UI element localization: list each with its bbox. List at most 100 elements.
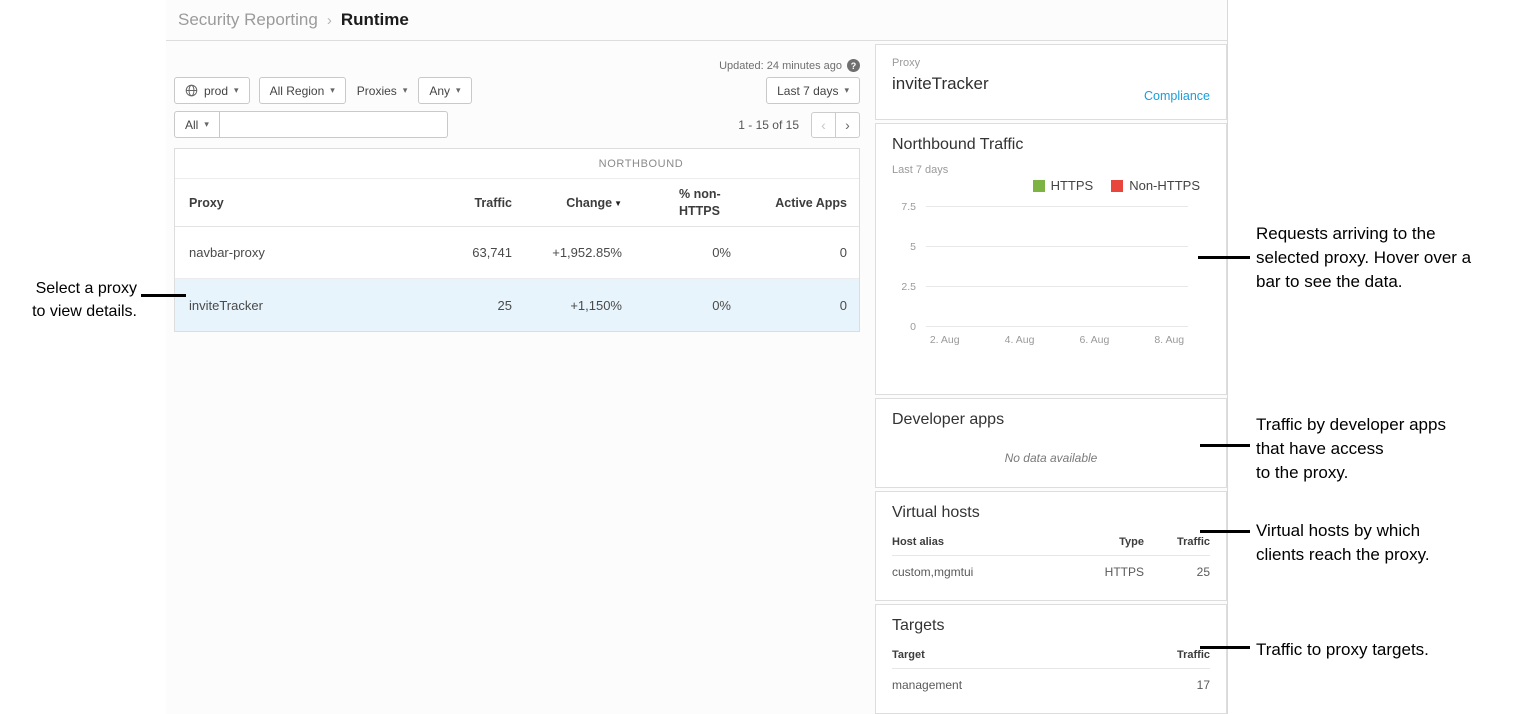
column-header-active-apps[interactable]: Active Apps	[731, 196, 861, 210]
legend-label-non-https: Non-HTTPS	[1129, 178, 1200, 193]
cell-proxy-name: navbar-proxy	[175, 245, 421, 260]
legend-label-https: HTTPS	[1051, 178, 1094, 193]
filter-toolbar: prod ▾ All Region ▾ Proxies ▾ Any ▾ Last…	[174, 77, 860, 104]
chart-y-axis: 02.557.5	[892, 207, 926, 327]
chart-y-tick-label: 5	[910, 241, 916, 253]
cell-traffic: 25	[421, 298, 512, 313]
chart-x-tick-label	[963, 334, 1000, 346]
next-page-icon: ›	[845, 117, 850, 133]
search-scope-dropdown[interactable]: All ▾	[174, 111, 220, 138]
any-dropdown[interactable]: Any ▾	[418, 77, 471, 104]
chart-y-tick-label: 0	[910, 321, 916, 333]
caret-down-icon: ▾	[844, 85, 849, 96]
chart-x-tick-label	[1113, 334, 1150, 346]
annotation-connector-vhosts	[1200, 530, 1250, 533]
date-range-label: Last 7 days	[777, 84, 838, 98]
chart-plot-column: 2. Aug4. Aug6. Aug8. Aug	[926, 207, 1188, 346]
previous-page-button[interactable]: ‹	[811, 112, 836, 138]
environment-label: prod	[204, 84, 228, 98]
cell-active-apps: 0	[731, 298, 861, 313]
updated-status: Updated: 24 minutes ago ?	[174, 59, 860, 72]
chart-subtitle: Last 7 days	[892, 164, 1210, 176]
targets-header-row: Target Traffic	[892, 649, 1210, 669]
cell-proxy-name: inviteTracker	[175, 298, 421, 313]
column-header-target: Target	[892, 649, 1144, 661]
targets-section: Targets Target Traffic management 17	[875, 604, 1227, 714]
annotation-connector-select-proxy	[141, 294, 186, 297]
table-row-navbar-proxy[interactable]: navbar-proxy 63,741 +1,952.85% 0% 0	[175, 227, 859, 279]
help-icon[interactable]: ?	[847, 59, 860, 72]
table-header-row: Proxy Traffic Change▼ % non-HTTPS Active…	[175, 179, 859, 227]
cell-active-apps: 0	[731, 245, 861, 260]
cell-change: +1,150%	[512, 298, 622, 313]
compliance-link[interactable]: Compliance	[1144, 89, 1210, 103]
northbound-traffic-section: Northbound Traffic Last 7 days HTTPS Non…	[875, 123, 1227, 395]
globe-icon	[185, 84, 198, 97]
northbound-traffic-title: Northbound Traffic	[892, 136, 1210, 154]
column-header-proxy[interactable]: Proxy	[175, 196, 421, 210]
breadcrumb: Security Reporting › Runtime	[178, 0, 409, 40]
column-header-non-https-label: % non-HTTPS	[679, 186, 731, 220]
pager: ‹ ›	[811, 112, 860, 138]
cell-traffic: 17	[1144, 678, 1210, 692]
cell-traffic: 25	[1144, 565, 1210, 579]
column-header-traffic: Traffic	[1144, 536, 1210, 548]
chart-y-tick-label: 2.5	[901, 281, 916, 293]
cell-host-alias: custom,mgmtui	[892, 565, 1064, 579]
breadcrumb-parent[interactable]: Security Reporting	[178, 10, 318, 30]
column-header-non-https[interactable]: % non-HTTPS	[622, 186, 731, 220]
caret-down-icon: ▾	[234, 85, 239, 96]
targets-table: Target Traffic management 17	[892, 649, 1210, 700]
column-header-traffic: Traffic	[1144, 649, 1210, 661]
annotation-targets-note: Traffic to proxy targets.	[1256, 638, 1512, 662]
proxy-label: Proxy	[892, 57, 1210, 69]
environment-dropdown[interactable]: prod ▾	[174, 77, 250, 104]
column-header-type: Type	[1064, 536, 1144, 548]
column-header-change-label: Change	[566, 196, 612, 210]
screen: Security Reporting › Runtime Updated: 24…	[0, 0, 1516, 714]
proxies-dropdown[interactable]: Proxies ▾	[355, 77, 410, 104]
search-input[interactable]	[220, 111, 448, 138]
caret-down-icon: ▾	[204, 119, 209, 130]
legend-swatch-non-https	[1111, 180, 1123, 192]
legend-item: Non-HTTPS	[1111, 178, 1200, 193]
cell-traffic: 63,741	[421, 245, 512, 260]
app-window: Security Reporting › Runtime Updated: 24…	[166, 0, 1228, 714]
developer-apps-title: Developer apps	[892, 411, 1210, 429]
virtual-hosts-table: Host alias Type Traffic custom,mgmtui HT…	[892, 536, 1210, 587]
annotation-vhosts-note: Virtual hosts by which clients reach the…	[1256, 519, 1506, 567]
updated-text: Updated: 24 minutes ago	[719, 60, 842, 72]
virtual-hosts-row[interactable]: custom,mgmtui HTTPS 25	[892, 556, 1210, 587]
column-header-traffic[interactable]: Traffic	[421, 196, 512, 210]
annotation-connector-chart	[1198, 256, 1250, 259]
annotation-connector-apps	[1200, 444, 1250, 447]
next-page-button[interactable]: ›	[835, 112, 860, 138]
cell-change: +1,952.85%	[512, 245, 622, 260]
annotation-select-proxy: Select a proxy to view details.	[0, 277, 137, 323]
column-header-change[interactable]: Change▼	[512, 196, 622, 210]
chart-y-tick-label: 7.5	[901, 201, 916, 213]
chart-x-tick-label: 8. Aug	[1151, 334, 1188, 346]
sort-desc-icon: ▼	[614, 199, 622, 208]
date-range-dropdown[interactable]: Last 7 days ▾	[766, 77, 860, 104]
table-row-invitetracker[interactable]: inviteTracker 25 +1,150% 0% 0	[175, 279, 859, 331]
region-dropdown[interactable]: All Region ▾	[259, 77, 346, 104]
caret-down-icon: ▾	[456, 85, 461, 96]
page-title: Runtime	[341, 10, 409, 30]
virtual-hosts-header-row: Host alias Type Traffic	[892, 536, 1210, 556]
search-toolbar: All ▾ 1 - 15 of 15 ‹ ›	[174, 111, 860, 138]
chart-bars	[926, 207, 1188, 327]
chart-legend: HTTPS Non-HTTPS	[892, 178, 1210, 193]
virtual-hosts-section: Virtual hosts Host alias Type Traffic cu…	[875, 491, 1227, 601]
caret-down-icon: ▾	[330, 85, 335, 96]
chart-plot	[926, 207, 1188, 327]
caret-down-icon: ▾	[403, 85, 408, 96]
column-header-host-alias: Host alias	[892, 536, 1064, 548]
breadcrumb-separator-icon: ›	[327, 12, 332, 29]
detail-panel: Proxy inviteTracker Compliance Northboun…	[875, 44, 1227, 714]
region-label: All Region	[270, 84, 325, 98]
chart-x-tick-label: 4. Aug	[1001, 334, 1038, 346]
targets-row[interactable]: management 17	[892, 669, 1210, 700]
targets-title: Targets	[892, 617, 1210, 635]
cell-type: HTTPS	[1064, 565, 1144, 579]
